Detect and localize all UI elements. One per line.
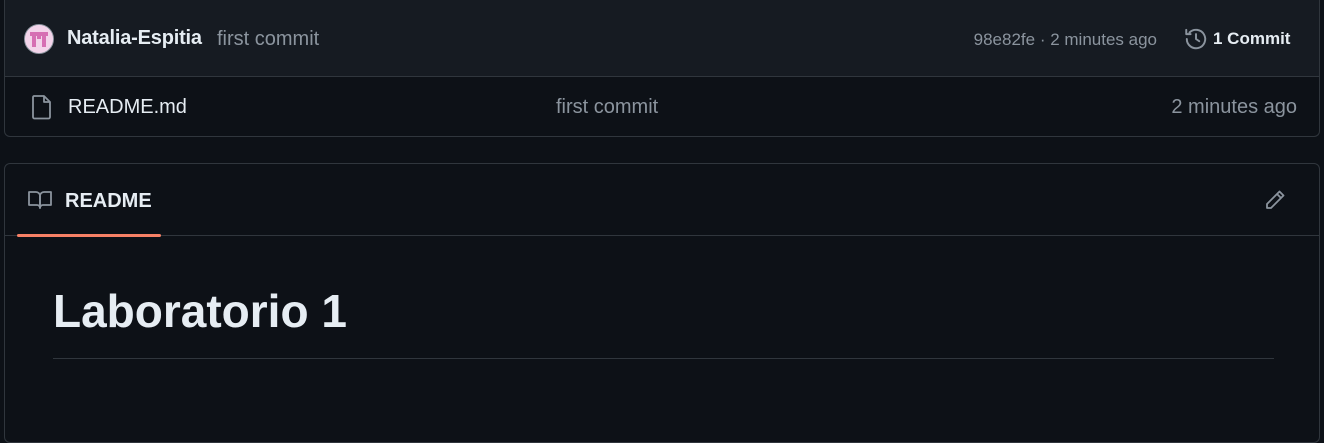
active-tab-indicator (17, 234, 161, 237)
file-name-link[interactable]: README.md (68, 96, 187, 119)
file-icon (31, 94, 53, 120)
book-icon (27, 188, 53, 212)
commit-message-link[interactable]: first commit (217, 28, 319, 51)
readme-tab-label: README (65, 190, 152, 212)
commit-hash-time[interactable]: 98e82fe · 2 minutes ago (974, 30, 1157, 50)
avatar[interactable] (24, 24, 54, 54)
readme-header: README (5, 164, 1319, 237)
pencil-icon[interactable] (1263, 188, 1287, 212)
file-commit-message-link[interactable]: first commit (556, 96, 658, 119)
file-commit-time: 2 minutes ago (1171, 96, 1297, 118)
tab-readme[interactable]: README (17, 164, 161, 237)
commit-author-link[interactable]: Natalia-Espitia (67, 27, 202, 50)
latest-commit-bar: Natalia-Espitia first commit 98e82fe · 2… (5, 0, 1319, 77)
commit-count-link[interactable]: 1 Commit (1213, 29, 1290, 49)
table-row[interactable]: README.md first commit 2 minutes ago (5, 77, 1319, 136)
history-icon[interactable] (1183, 26, 1209, 52)
readme-panel: README Laboratorio 1 (4, 163, 1320, 443)
file-listing: Natalia-Espitia first commit 98e82fe · 2… (4, 0, 1320, 137)
heading-divider (53, 358, 1274, 359)
readme-heading: Laboratorio 1 (53, 285, 347, 337)
